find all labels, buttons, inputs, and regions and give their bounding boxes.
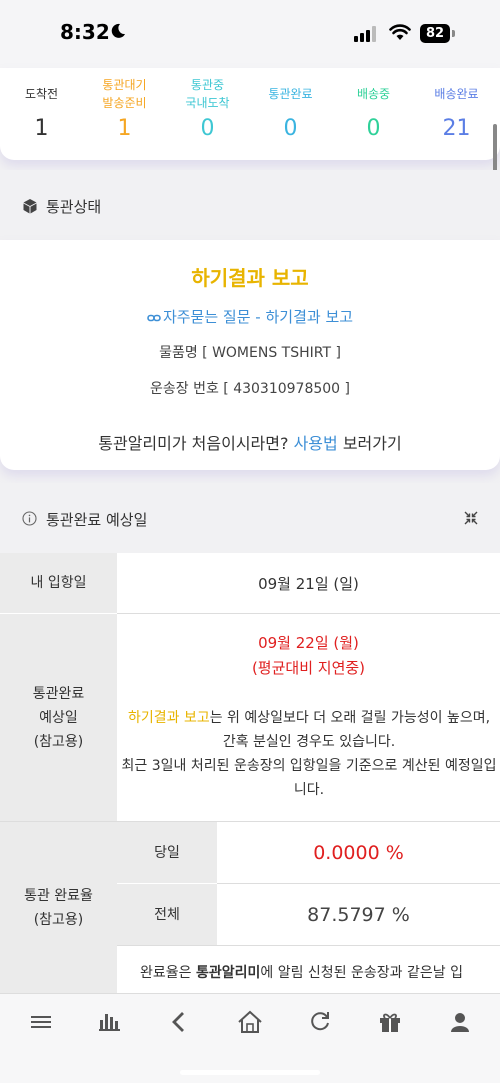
arrival-label: 내 입항일	[0, 553, 117, 613]
rate-note-suffix: 에 알림 신청된 운송장과 같은날 입	[260, 965, 463, 981]
stat-value: 0	[283, 116, 298, 141]
estimate-delay: (평균대비 지연중)	[251, 659, 366, 677]
usage-guide: 통관알리미가 처음이시라면? 사용법 보러가기	[0, 430, 500, 454]
total-label: 전체	[117, 884, 217, 945]
refresh-icon	[311, 1012, 329, 1031]
rate-label: 통관 완료율 (참고용)	[0, 822, 117, 993]
section-title: 통관상태	[46, 198, 102, 216]
stat-label: 배송완료	[434, 87, 479, 101]
menu-icon	[31, 1016, 51, 1028]
guide-prefix: 통관알리미가 처음이시라면?	[98, 434, 294, 453]
stat-label: 도착전	[24, 87, 59, 101]
note-text-2: 최근 3일내 처리된 운송장의 입항일을 기준으로 계산된 예정일입니다.	[121, 758, 497, 798]
stat-label: 통관대기 발송준비	[102, 78, 147, 110]
refresh-button[interactable]	[306, 1008, 334, 1036]
back-icon	[172, 1012, 184, 1032]
item-name: 물품명 [ WOMENS TSHIRT ]	[159, 345, 341, 361]
guide-suffix: 보러가기	[337, 434, 402, 453]
link-icon	[147, 314, 161, 321]
stat-label: 통관완료	[268, 87, 313, 101]
rate-note-prefix: 완료율은	[140, 965, 196, 981]
stat-before-arrival[interactable]: 도착전 1	[0, 76, 83, 141]
gift-button[interactable]	[376, 1008, 404, 1036]
cellular-signal-icon	[354, 26, 376, 42]
stat-value: 0	[366, 116, 381, 141]
stats-button[interactable]	[96, 1008, 124, 1036]
stat-in-customs[interactable]: 통관중 국내도착 0	[166, 76, 249, 141]
home-button[interactable]	[236, 1008, 264, 1036]
customs-status-card: 하기결과 보고 자주묻는 질문 - 하기결과 보고 물품명 [ WOMENS T…	[0, 240, 500, 470]
collapse-icon[interactable]	[464, 511, 478, 525]
stat-value: 1	[34, 116, 49, 141]
shipment-stats-card: 도착전 1 통관대기 발송준비 1 통관중 국내도착 0 통관완료 0 배송중 …	[0, 68, 500, 160]
stat-value: 1	[117, 116, 132, 141]
sameday-label: 당일	[117, 822, 217, 883]
back-button[interactable]	[165, 1008, 193, 1036]
user-icon	[451, 1013, 469, 1032]
arrival-date: 09월 21일 (일)	[117, 553, 500, 613]
note-text: 는 위 예상일보다 더 오래 걸릴 가능성이 높으며, 간혹 분실인 경우도 있…	[209, 710, 491, 750]
status-title: 하기결과 보고	[191, 266, 309, 290]
estimate-cell: 09월 22일 (월) (평균대비 지연중) 하기결과 보고는 위 예상일보다 …	[117, 614, 500, 821]
total-value: 87.5797 %	[217, 884, 500, 945]
battery-indicator: 82	[420, 24, 450, 43]
customs-status-header: 통관상태	[0, 170, 500, 240]
menu-button[interactable]	[27, 1008, 55, 1036]
package-icon	[23, 199, 37, 214]
rate-note-bold: 통관알리미	[195, 965, 261, 981]
battery-tip	[452, 30, 455, 37]
status-time: 8:32	[60, 20, 110, 44]
moon-icon	[111, 23, 125, 38]
wifi-icon	[389, 24, 411, 40]
profile-button[interactable]	[446, 1008, 474, 1036]
sameday-value: 0.0000 %	[217, 822, 500, 883]
estimate-note: 하기결과 보고는 위 예상일보다 더 오래 걸릴 가능성이 높으며, 간혹 분실…	[120, 706, 498, 802]
home-icon	[238, 1010, 262, 1033]
note-highlight: 하기결과 보고	[127, 710, 210, 726]
stat-label: 통관중 국내도착	[185, 78, 230, 110]
usage-guide-link[interactable]: 사용법	[294, 434, 338, 453]
stat-in-delivery[interactable]: 배송중 0	[332, 76, 415, 141]
stat-value: 21	[442, 116, 471, 141]
stat-delivered[interactable]: 배송완료 21	[415, 76, 498, 141]
stat-awaiting-customs[interactable]: 통관대기 발송준비 1	[83, 76, 166, 141]
estimate-date: 09월 22일 (월)	[258, 634, 359, 652]
estimate-table: 내 입항일 09월 21일 (일) 통관완료 예상일 (참고용) 09월 22일…	[0, 553, 500, 993]
rate-note: 완료율은 통관알리미에 알림 신청된 운송장과 같은날 입	[117, 946, 500, 993]
gift-icon	[380, 1013, 400, 1032]
estimate-header: 통관완료 예상일	[0, 483, 500, 553]
stat-customs-cleared[interactable]: 통관완료 0	[249, 76, 332, 141]
info-icon	[22, 511, 37, 526]
estimate-label: 통관완료 예상일 (참고용)	[0, 614, 117, 821]
tracking-number: 운송장 번호 [ 430310978500 ]	[149, 381, 350, 397]
status-bar: 8:32 82	[0, 0, 500, 68]
home-indicator	[180, 1070, 320, 1075]
stat-value: 0	[200, 116, 215, 141]
section-title: 통관완료 예상일	[46, 511, 148, 529]
stat-label: 배송중	[356, 87, 391, 101]
faq-link[interactable]: 자주묻는 질문 - 하기결과 보고	[0, 306, 500, 327]
chart-icon	[99, 1014, 120, 1031]
faq-link-text: 자주묻는 질문 - 하기결과 보고	[162, 308, 354, 326]
